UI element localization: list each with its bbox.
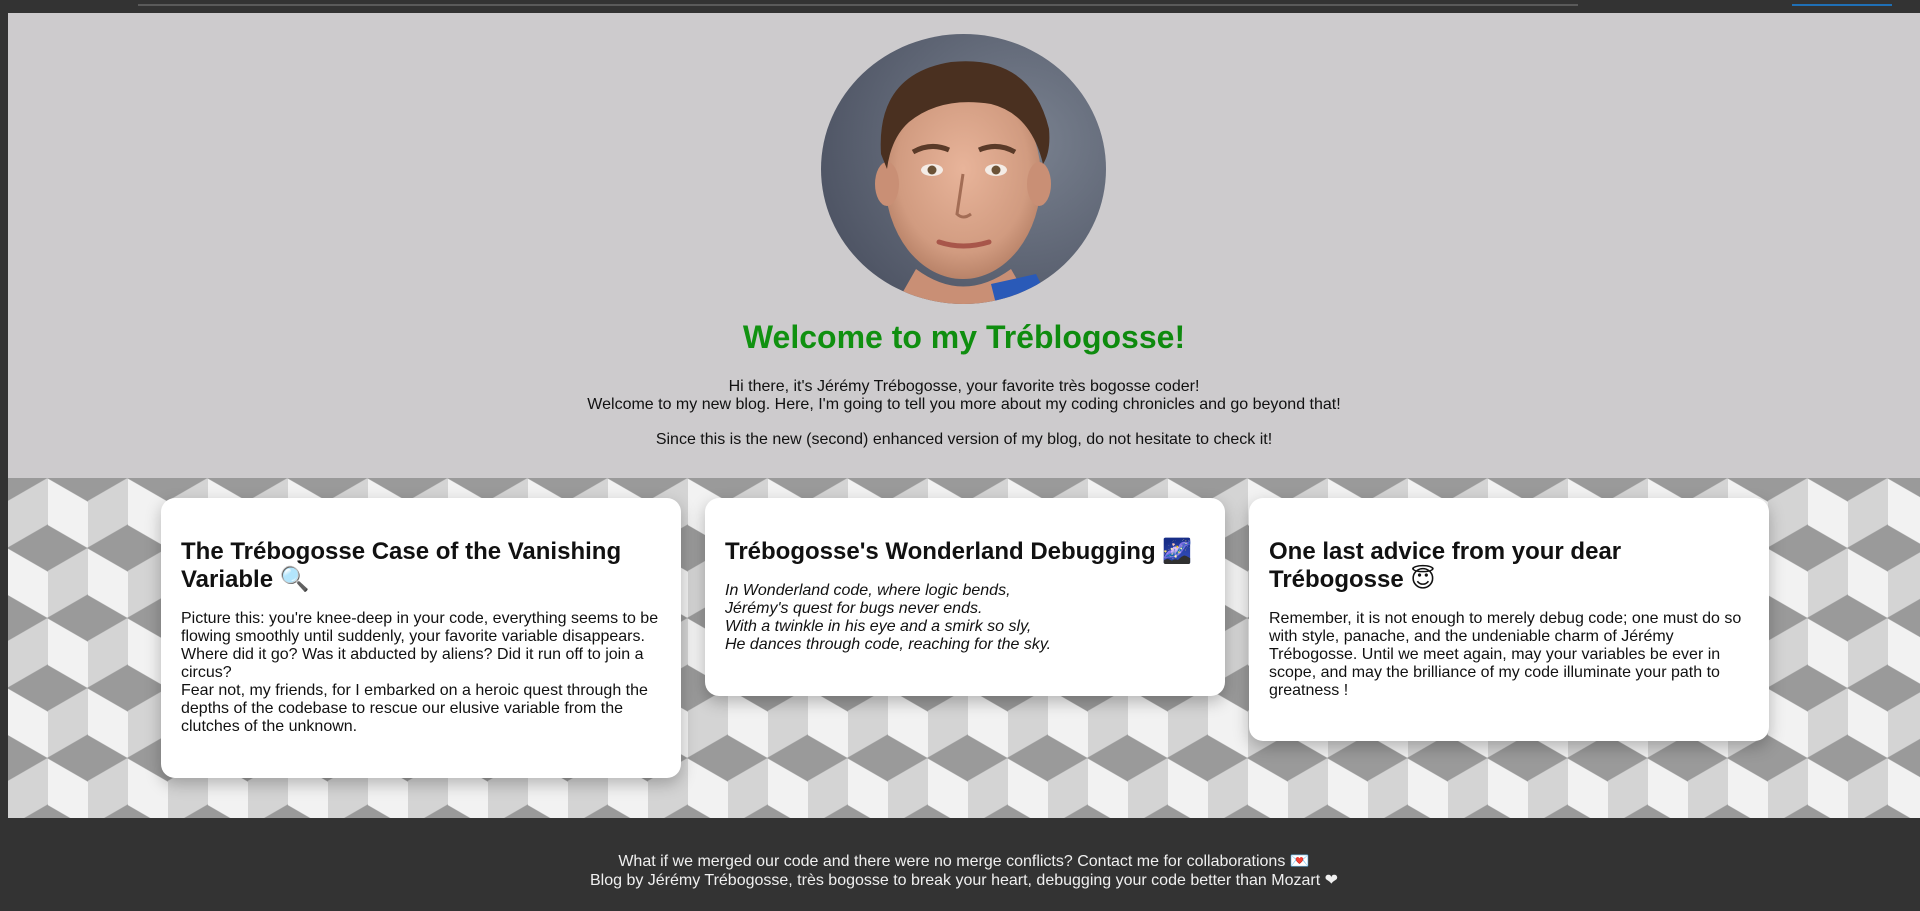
article-paragraph: Picture this: you're knee-deep in your c…	[181, 610, 659, 681]
hero-section: Welcome to my Tréblogosse! Hi there, it'…	[8, 13, 1920, 478]
article-card-last-advice: One last advice from your dear Trébogoss…	[1249, 498, 1769, 741]
profile-avatar	[821, 34, 1106, 304]
article-paragraph: Remember, it is not enough to merely deb…	[1269, 610, 1742, 699]
poem-line: He dances through code, reaching for the…	[725, 636, 1052, 653]
article-paragraph: Fear not, my friends, for I embarked on …	[181, 682, 648, 735]
article-card-wonderland-debugging: Trébogosse's Wonderland Debugging 🌌 In W…	[705, 498, 1225, 696]
article-title: The Trébogosse Case of the Vanishing Var…	[181, 538, 622, 593]
article-title: One last advice from your dear Trébogoss…	[1269, 538, 1622, 593]
intro-line-1: Hi there, it's Jérémy Trébogosse, your f…	[728, 378, 1200, 395]
top-bar	[8, 4, 1920, 13]
article-card-vanishing-variable: The Trébogosse Case of the Vanishing Var…	[161, 498, 681, 778]
intro-line-3: Since this is the new (second) enhanced …	[655, 431, 1273, 448]
articles-section: The Trébogosse Case of the Vanishing Var…	[8, 478, 1920, 818]
poem-line: Jérémy's quest for bugs never ends.	[725, 600, 983, 617]
article-title: Trébogosse's Wonderland Debugging 🌌	[725, 538, 1193, 565]
footer-credit-line: Blog by Jérémy Trébogosse, très bogosse …	[589, 872, 1339, 889]
action-button-edge[interactable]	[1792, 4, 1892, 6]
page-title: Welcome to my Tréblogosse!	[8, 319, 1920, 356]
address-bar-edge	[138, 4, 1578, 6]
footer-contact-line: What if we merged our code and there wer…	[618, 853, 1310, 870]
page: Welcome to my Tréblogosse! Hi there, it'…	[0, 0, 1920, 911]
intro-line-2: Welcome to my new blog. Here, I'm going …	[587, 396, 1341, 413]
poem-line: In Wonderland code, where logic bends,	[725, 582, 1011, 599]
profile-photo	[821, 34, 1106, 304]
poem-line: With a twinkle in his eye and a smirk so…	[725, 618, 1032, 635]
page-footer: What if we merged our code and there wer…	[8, 818, 1920, 911]
